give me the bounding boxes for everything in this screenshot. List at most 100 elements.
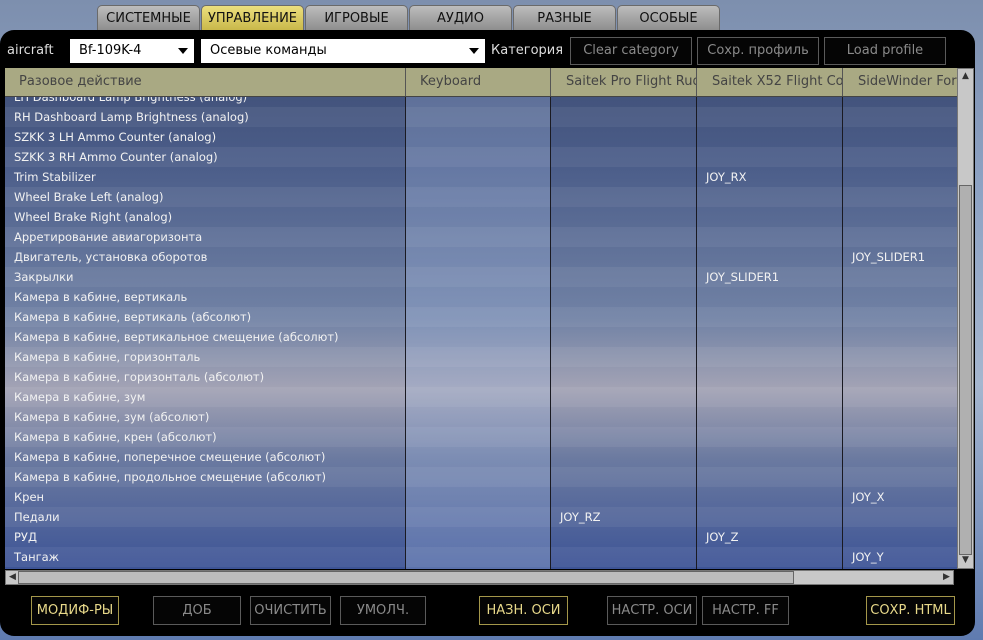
binding-cell[interactable] bbox=[406, 167, 551, 187]
table-row[interactable]: Камера в кабине, вертикаль (абсолют) bbox=[5, 307, 957, 327]
horizontal-scroll-thumb[interactable] bbox=[18, 571, 794, 584]
binding-cell[interactable] bbox=[406, 227, 551, 247]
binding-cell[interactable] bbox=[697, 387, 843, 407]
table-row[interactable]: SZKK 3 LH Ammo Counter (analog) bbox=[5, 127, 957, 147]
action-name-cell[interactable]: RH Dashboard Lamp Brightness (analog) bbox=[5, 107, 406, 127]
binding-cell[interactable] bbox=[697, 547, 843, 567]
binding-cell[interactable] bbox=[551, 167, 697, 187]
binding-cell[interactable] bbox=[843, 187, 957, 207]
binding-cell[interactable] bbox=[843, 107, 957, 127]
scroll-right-icon[interactable]: ▶ bbox=[940, 571, 953, 584]
binding-cell[interactable] bbox=[551, 327, 697, 347]
binding-cell[interactable] bbox=[551, 287, 697, 307]
clear-category-button[interactable]: Clear category bbox=[570, 37, 692, 65]
binding-cell[interactable] bbox=[551, 107, 697, 127]
binding-cell[interactable] bbox=[406, 507, 551, 527]
binding-cell[interactable] bbox=[406, 327, 551, 347]
action-name-cell[interactable]: Двигатель, установка оборотов bbox=[5, 247, 406, 267]
save-html-button[interactable]: СОХР. HTML bbox=[866, 596, 955, 625]
binding-cell[interactable] bbox=[843, 527, 957, 547]
binding-cell[interactable] bbox=[551, 387, 697, 407]
binding-cell[interactable] bbox=[697, 427, 843, 447]
binding-cell[interactable] bbox=[697, 347, 843, 367]
action-name-cell[interactable]: Wheel Brake Right (analog) bbox=[5, 207, 406, 227]
action-name-cell[interactable]: Камера в кабине, зум (абсолют) bbox=[5, 407, 406, 427]
table-row[interactable]: Камера в кабине, зум (абсолют) bbox=[5, 407, 957, 427]
binding-cell[interactable] bbox=[406, 307, 551, 327]
save-profile-button[interactable]: Сохр. профиль bbox=[697, 37, 819, 65]
tab-system[interactable]: СИСТЕМНЫЕ bbox=[97, 5, 200, 30]
binding-cell[interactable] bbox=[843, 307, 957, 327]
table-row[interactable]: Trim Stabilizer JOY_RX bbox=[5, 167, 957, 187]
binding-cell[interactable] bbox=[406, 487, 551, 507]
tab-gameplay[interactable]: ИГРОВЫЕ bbox=[305, 5, 408, 30]
binding-cell[interactable] bbox=[843, 467, 957, 487]
binding-cell[interactable]: JOY_SLIDER1 bbox=[843, 247, 957, 267]
binding-cell[interactable] bbox=[406, 187, 551, 207]
binding-cell[interactable] bbox=[843, 507, 957, 527]
binding-cell[interactable] bbox=[843, 167, 957, 187]
binding-cell[interactable] bbox=[697, 327, 843, 347]
binding-cell[interactable] bbox=[697, 507, 843, 527]
binding-cell[interactable] bbox=[406, 547, 551, 567]
action-name-cell[interactable]: SZKK 3 LH Ammo Counter (analog) bbox=[5, 127, 406, 147]
binding-cell[interactable] bbox=[551, 447, 697, 467]
load-profile-button[interactable]: Load profile bbox=[824, 37, 946, 65]
binding-cell[interactable] bbox=[551, 467, 697, 487]
binding-cell[interactable] bbox=[843, 367, 957, 387]
binding-cell[interactable]: JOY_RX bbox=[697, 167, 843, 187]
action-name-cell[interactable]: SZKK 3 RH Ammo Counter (analog) bbox=[5, 147, 406, 167]
action-name-cell[interactable]: Камера в кабине, поперечное смещение (аб… bbox=[5, 447, 406, 467]
column-header-device-1[interactable]: Saitek Pro Flight Rudder bbox=[551, 68, 697, 96]
action-name-cell[interactable]: Камера в кабине, зум bbox=[5, 387, 406, 407]
table-row[interactable]: Камера в кабине, вертикальное смещение (… bbox=[5, 327, 957, 347]
table-row[interactable]: SZKK 3 RH Ammo Counter (analog) bbox=[5, 147, 957, 167]
binding-cell[interactable] bbox=[697, 447, 843, 467]
action-name-cell[interactable]: Камера в кабине, горизонталь bbox=[5, 347, 406, 367]
aircraft-select[interactable]: Bf-109K-4 bbox=[70, 39, 194, 63]
table-row[interactable]: Камера в кабине, крен (абсолют) bbox=[5, 427, 957, 447]
binding-cell[interactable] bbox=[551, 307, 697, 327]
action-name-cell[interactable]: Камера в кабине, крен (абсолют) bbox=[5, 427, 406, 447]
default-button[interactable]: УМОЛЧ. bbox=[340, 596, 426, 625]
binding-cell[interactable] bbox=[406, 467, 551, 487]
binding-cell[interactable] bbox=[551, 487, 697, 507]
action-name-cell[interactable]: Педали bbox=[5, 507, 406, 527]
binding-cell[interactable] bbox=[406, 107, 551, 127]
binding-cell[interactable] bbox=[406, 147, 551, 167]
binding-cell[interactable] bbox=[406, 387, 551, 407]
table-row[interactable]: Камера в кабине, горизонталь (абсолют) bbox=[5, 367, 957, 387]
binding-cell[interactable] bbox=[551, 127, 697, 147]
binding-cell[interactable] bbox=[551, 347, 697, 367]
binding-cell[interactable] bbox=[406, 287, 551, 307]
action-name-cell[interactable]: Wheel Brake Left (analog) bbox=[5, 187, 406, 207]
binding-cell[interactable] bbox=[697, 247, 843, 267]
binding-cell[interactable] bbox=[697, 307, 843, 327]
action-name-cell[interactable]: Тангаж bbox=[5, 547, 406, 567]
binding-cell[interactable] bbox=[551, 547, 697, 567]
binding-cell[interactable] bbox=[551, 267, 697, 287]
binding-cell[interactable] bbox=[843, 287, 957, 307]
binding-cell[interactable] bbox=[551, 187, 697, 207]
binding-cell[interactable] bbox=[551, 147, 697, 167]
binding-cell[interactable] bbox=[843, 447, 957, 467]
binding-cell[interactable] bbox=[406, 367, 551, 387]
table-row[interactable]: Камера в кабине, поперечное смещение (аб… bbox=[5, 447, 957, 467]
table-row[interactable]: RH Dashboard Lamp Brightness (analog) bbox=[5, 107, 957, 127]
table-row[interactable]: Камера в кабине, горизонталь bbox=[5, 347, 957, 367]
binding-cell[interactable] bbox=[697, 127, 843, 147]
table-row[interactable]: Крен JOY_X bbox=[5, 487, 957, 507]
table-row[interactable]: Wheel Brake Right (analog) bbox=[5, 207, 957, 227]
binding-cell[interactable] bbox=[843, 427, 957, 447]
table-row[interactable]: Арретирование авиагоризонта bbox=[5, 227, 957, 247]
binding-cell[interactable] bbox=[843, 387, 957, 407]
table-row[interactable]: Wheel Brake Left (analog) bbox=[5, 187, 957, 207]
binding-cell[interactable] bbox=[406, 427, 551, 447]
binding-cell[interactable] bbox=[843, 147, 957, 167]
binding-cell[interactable] bbox=[697, 147, 843, 167]
binding-cell[interactable] bbox=[843, 227, 957, 247]
add-button[interactable]: ДОБ bbox=[153, 596, 241, 625]
action-name-cell[interactable]: Камера в кабине, вертикальное смещение (… bbox=[5, 327, 406, 347]
vertical-scrollbar[interactable]: ▲ ▼ bbox=[957, 68, 974, 569]
binding-cell[interactable] bbox=[843, 327, 957, 347]
